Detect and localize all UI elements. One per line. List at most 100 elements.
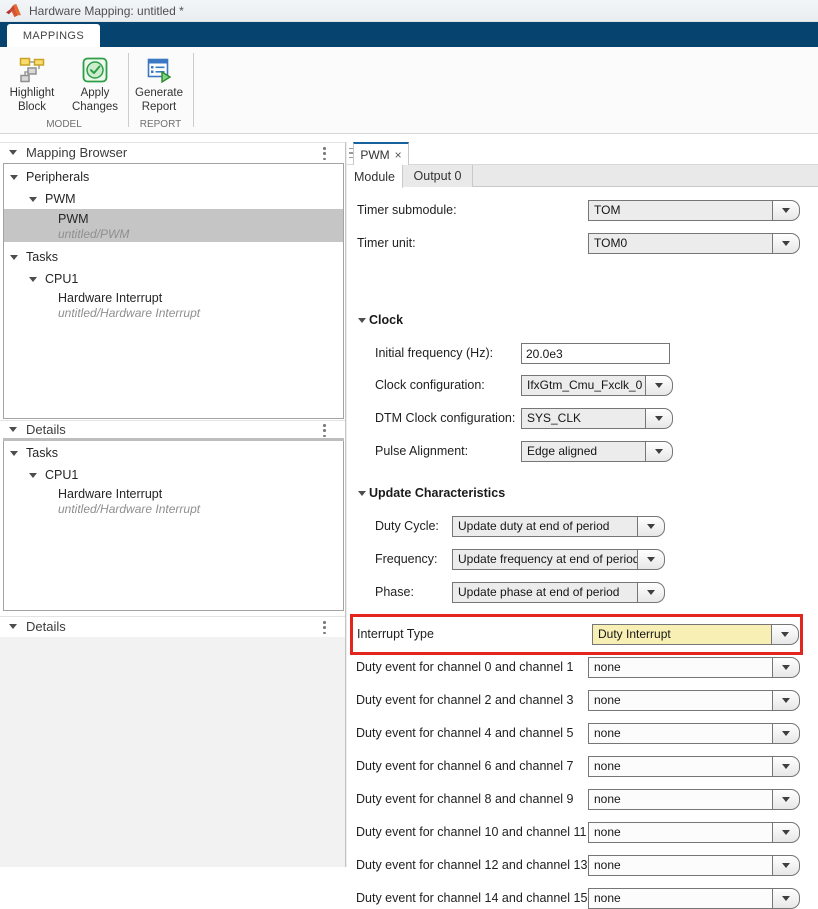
chevron-down-icon[interactable] [772, 888, 800, 909]
frequency-dropdown[interactable]: Update frequency at end of period [452, 549, 665, 570]
duty-event-label: Duty event for channel 2 and channel 3 [356, 690, 574, 711]
empty-panel-area [0, 637, 345, 867]
chevron-down-icon[interactable] [772, 756, 800, 777]
timer-submodule-dropdown[interactable]: TOM [588, 200, 800, 221]
duty-event-6-7-dropdown[interactable]: none [588, 756, 800, 777]
timer-unit-dropdown[interactable]: TOM0 [588, 233, 800, 254]
highlight-block-button[interactable]: Highlight Block [0, 53, 64, 114]
section-title: Update Characteristics [369, 486, 505, 500]
duty-event-4-5-dropdown[interactable]: none [588, 723, 800, 744]
collapse-arrow-icon[interactable] [10, 175, 18, 180]
tree-item-hardware-interrupt[interactable]: Hardware Interrupt untitled/Hardware Int… [4, 487, 343, 516]
collapse-arrow-icon[interactable] [10, 255, 18, 260]
details-panel: Tasks CPU1 Hardware Interrupt untitled/H… [3, 441, 344, 611]
button-label: Changes [63, 100, 127, 114]
chevron-down-icon[interactable] [772, 200, 800, 221]
tab-mappings[interactable]: MAPPINGS [7, 24, 100, 47]
duty-event-12-13-dropdown[interactable]: none [588, 855, 800, 876]
chevron-down-icon[interactable] [772, 855, 800, 876]
chevron-down-icon[interactable] [637, 582, 665, 603]
initial-frequency-input[interactable] [521, 343, 670, 364]
duty-event-0-1-dropdown[interactable]: none [588, 657, 800, 678]
collapse-arrow-icon[interactable] [29, 197, 37, 202]
dropdown-value: Update phase at end of period [452, 582, 638, 603]
tab-output0[interactable]: Output 0 [403, 165, 473, 187]
highlight-block-icon [19, 57, 45, 83]
chevron-down-icon[interactable] [772, 690, 800, 711]
dropdown-value: Update frequency at end of period [452, 549, 638, 570]
duty-event-2-3-dropdown[interactable]: none [588, 690, 800, 711]
details-header-1[interactable]: Details [0, 420, 345, 438]
tree-item-cpu1[interactable]: CPU1 [4, 466, 343, 484]
generate-report-icon [146, 57, 172, 83]
close-icon[interactable]: × [395, 150, 402, 160]
chevron-down-icon[interactable] [637, 516, 665, 537]
chevron-down-icon[interactable] [645, 375, 673, 396]
duty-event-10-11-dropdown[interactable]: none [588, 822, 800, 843]
update-characteristics-header[interactable]: Update Characteristics [358, 486, 505, 500]
duty-event-14-15-dropdown[interactable]: none [588, 888, 800, 909]
panel-menu-icon[interactable] [323, 424, 327, 437]
tree-item-tasks[interactable]: Tasks [4, 248, 343, 266]
tree-item-cpu1[interactable]: CPU1 [4, 270, 343, 288]
duty-event-8-9-dropdown[interactable]: none [588, 789, 800, 810]
collapse-arrow-icon[interactable] [9, 624, 17, 629]
editor-pane: PWM × Module Output 0 Timer submodule: T… [347, 142, 818, 867]
collapse-arrow-icon[interactable] [29, 473, 37, 478]
chevron-down-icon[interactable] [772, 789, 800, 810]
duty-cycle-dropdown[interactable]: Update duty at end of period [452, 516, 665, 537]
collapse-arrow-icon[interactable] [29, 277, 37, 282]
tab-pwm[interactable]: PWM × [353, 142, 409, 165]
chevron-down-icon[interactable] [645, 441, 673, 462]
details-header-2[interactable]: Details [0, 616, 345, 636]
pulse-alignment-dropdown[interactable]: Edge aligned [521, 441, 673, 462]
chevron-down-icon[interactable] [645, 408, 673, 429]
dtm-clock-config-dropdown[interactable]: SYS_CLK [521, 408, 673, 429]
tree-item-pwm-selected[interactable]: PWM untitled/PWM [4, 209, 343, 242]
matlab-logo-icon [6, 4, 21, 18]
tree-item-label: PWM [45, 192, 76, 206]
clock-config-dropdown[interactable]: IfxGtm_Cmu_Fxclk_0 [521, 375, 673, 396]
collapse-arrow-icon[interactable] [9, 427, 17, 432]
tree-item-label: Tasks [26, 446, 58, 460]
collapse-arrow-icon[interactable] [358, 491, 366, 496]
duty-event-label: Duty event for channel 6 and channel 7 [356, 756, 574, 777]
duty-event-label: Duty event for channel 12 and channel 13 [356, 855, 587, 876]
tree-item-peripherals[interactable]: Peripherals [4, 168, 343, 186]
tab-label: PWM [360, 148, 389, 162]
collapse-arrow-icon[interactable] [10, 451, 18, 456]
tree-item-hardware-interrupt[interactable]: Hardware Interrupt untitled/Hardware Int… [4, 291, 343, 320]
tree-item-pwm-group[interactable]: PWM [4, 190, 343, 208]
chevron-down-icon[interactable] [772, 233, 800, 254]
dropdown-value: none [588, 756, 773, 777]
interrupt-type-dropdown[interactable]: Duty Interrupt [592, 624, 799, 645]
panel-menu-icon[interactable] [323, 621, 327, 634]
tree-item-label: Tasks [26, 250, 58, 264]
apply-changes-button[interactable]: Apply Changes [63, 53, 127, 114]
chevron-down-icon[interactable] [772, 822, 800, 843]
collapse-arrow-icon[interactable] [358, 318, 366, 323]
tree-item-label: CPU1 [45, 272, 78, 286]
chevron-down-icon[interactable] [771, 624, 799, 645]
mapping-browser-header[interactable]: Mapping Browser [0, 142, 345, 162]
panel-title: Details [26, 619, 66, 634]
tree-item-path: untitled/PWM [58, 227, 343, 241]
tree-item-tasks[interactable]: Tasks [4, 444, 343, 462]
toolbar-divider [193, 53, 194, 127]
frequency-label: Frequency: [375, 549, 438, 570]
panel-menu-icon[interactable] [323, 147, 327, 160]
button-label: Generate [127, 86, 191, 100]
toolbar: Highlight Block Apply Changes Generate R… [0, 47, 818, 134]
document-tab-strip: PWM × [347, 142, 818, 165]
tab-module[interactable]: Module [347, 165, 403, 188]
button-label: Block [0, 100, 64, 114]
dropdown-value: none [588, 888, 773, 909]
duty-event-label: Duty event for channel 10 and channel 11 [356, 822, 587, 843]
chevron-down-icon[interactable] [772, 723, 800, 744]
collapse-arrow-icon[interactable] [9, 150, 17, 155]
phase-dropdown[interactable]: Update phase at end of period [452, 582, 665, 603]
clock-section-header[interactable]: Clock [358, 313, 403, 327]
chevron-down-icon[interactable] [637, 549, 665, 570]
generate-report-button[interactable]: Generate Report [127, 53, 191, 114]
chevron-down-icon[interactable] [772, 657, 800, 678]
